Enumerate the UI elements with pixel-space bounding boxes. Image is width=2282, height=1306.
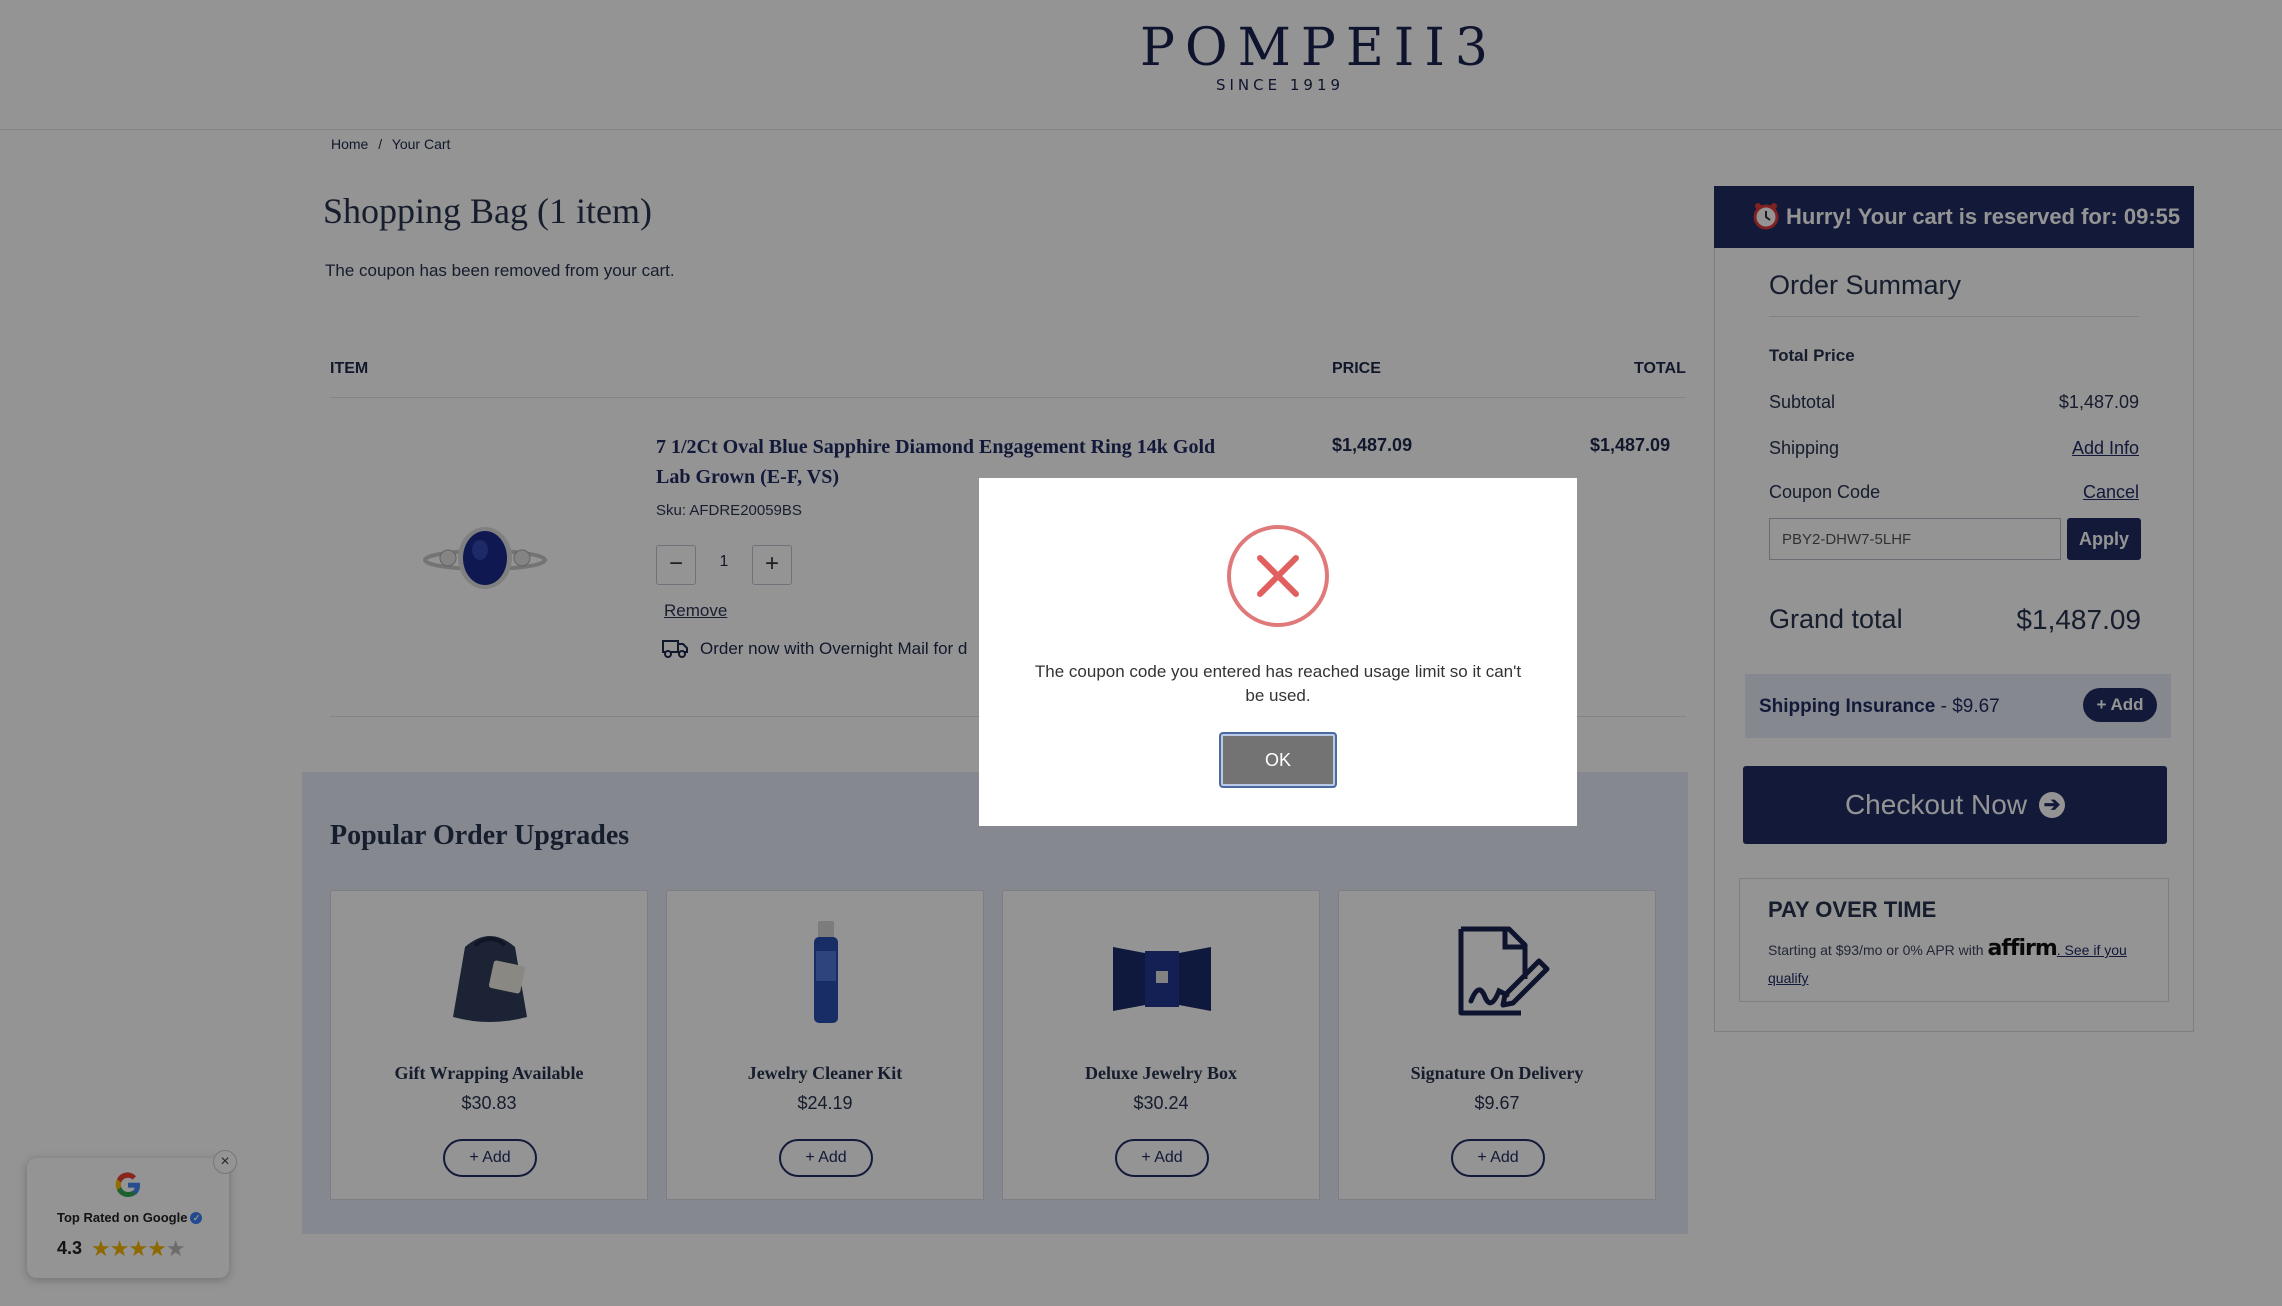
error-x-icon [1227, 525, 1329, 627]
cart-page: POMPEII3 SINCE 1919 Home / Your Cart Sho… [0, 0, 2282, 1306]
dialog-message: The coupon code you entered has reached … [1034, 662, 1522, 705]
coupon-error-dialog: The coupon code you entered has reached … [979, 478, 1577, 826]
ok-button[interactable]: OK [1219, 732, 1337, 788]
